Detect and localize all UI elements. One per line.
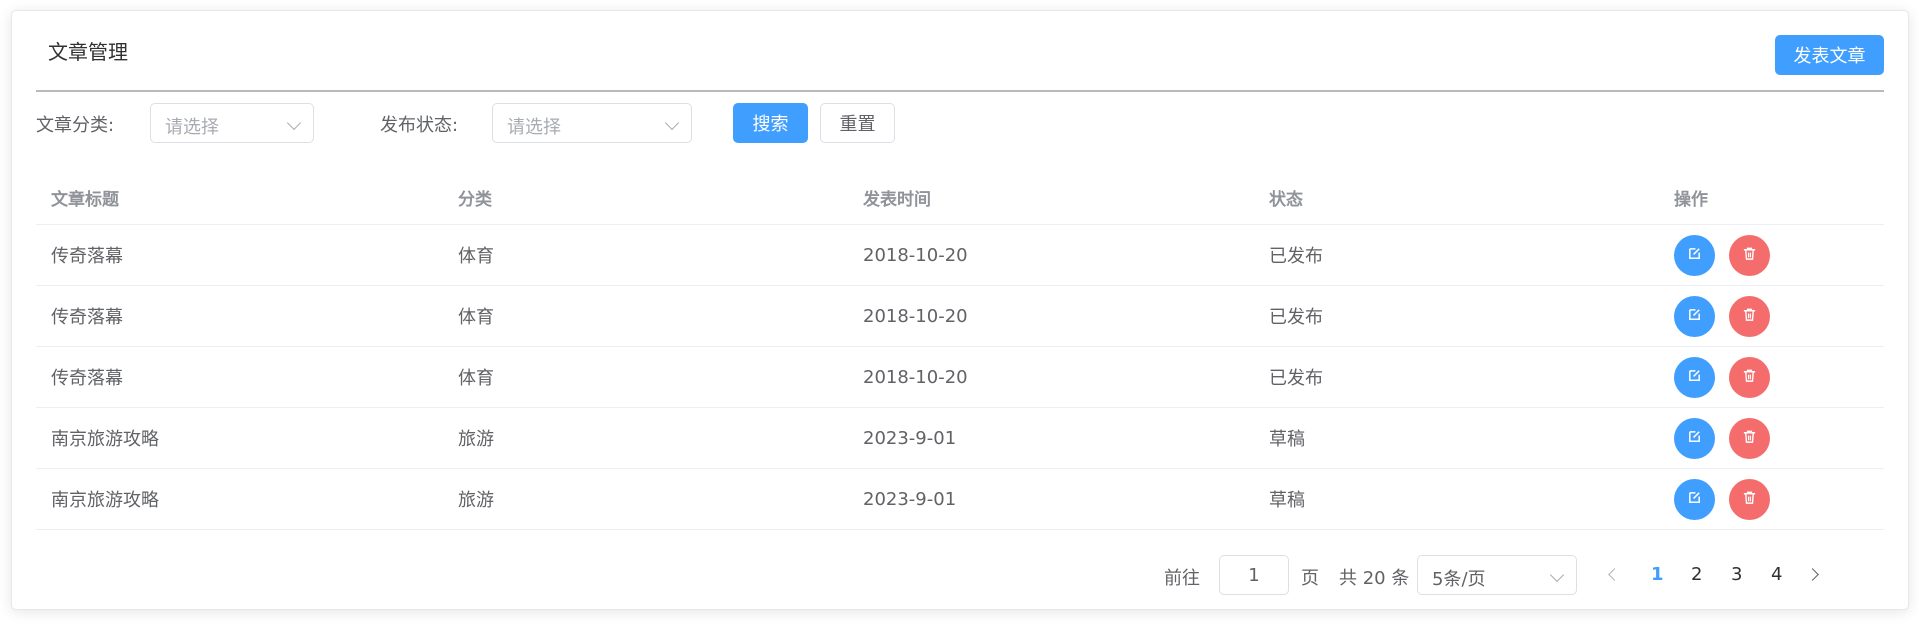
table-row: 南京旅游攻略 旅游 2023-9-01 草稿 [36, 408, 1884, 469]
status-filter-label: 发布状态: [380, 115, 459, 136]
article-title-cell: 传奇落幕 [51, 307, 123, 328]
goto-label: 前往 [1164, 568, 1200, 589]
article-date-cell: 2023-9-01 [863, 488, 957, 510]
article-category-cell: 体育 [458, 368, 494, 389]
article-status-cell: 已发布 [1269, 368, 1323, 389]
goto-page-input[interactable] [1219, 555, 1289, 595]
article-category-cell: 体育 [458, 246, 494, 267]
page-size-value: 5条/页 [1432, 569, 1486, 590]
next-page-icon[interactable] [1806, 568, 1819, 581]
delete-button[interactable] [1729, 234, 1770, 276]
chevron-down-icon [286, 115, 302, 131]
article-category-cell: 旅游 [458, 429, 494, 450]
edit-button[interactable] [1674, 417, 1715, 459]
delete-button[interactable] [1729, 356, 1770, 398]
article-title-cell: 传奇落幕 [51, 246, 123, 267]
delete-button[interactable] [1729, 417, 1770, 459]
column-header-category: 分类 [458, 189, 492, 210]
article-date-cell: 2023-9-01 [863, 427, 957, 449]
delete-icon [1742, 368, 1757, 386]
page-unit-label: 页 [1301, 568, 1319, 589]
article-title-cell: 南京旅游攻略 [51, 490, 159, 511]
article-category-cell: 旅游 [458, 490, 494, 511]
page-size-select[interactable]: 5条/页 [1417, 555, 1577, 595]
card-header: 文章管理 发表文章 [36, 11, 1884, 92]
column-header-actions: 操作 [1674, 189, 1708, 210]
edit-button[interactable] [1674, 478, 1715, 520]
search-button[interactable]: 搜索 [733, 103, 808, 143]
delete-icon [1742, 246, 1757, 264]
edit-icon [1687, 307, 1702, 325]
chevron-down-icon [664, 115, 680, 131]
table-row: 传奇落幕 体育 2018-10-20 已发布 [36, 347, 1884, 408]
chevron-down-icon [1549, 567, 1565, 583]
row-actions [1674, 347, 1784, 407]
article-table: 文章标题 分类 发表时间 状态 操作 传奇落幕 体育 2018-10-20 已发布 传奇… [36, 170, 1884, 530]
delete-button[interactable] [1729, 478, 1770, 520]
status-select[interactable]: 请选择 [492, 103, 692, 143]
publish-article-button[interactable]: 发表文章 [1775, 35, 1884, 75]
article-status-cell: 已发布 [1269, 246, 1323, 267]
article-date-cell: 2018-10-20 [863, 305, 968, 327]
table-row: 传奇落幕 体育 2018-10-20 已发布 [36, 225, 1884, 286]
article-title-cell: 南京旅游攻略 [51, 429, 159, 450]
edit-icon [1687, 429, 1702, 447]
article-title-cell: 传奇落幕 [51, 368, 123, 389]
table-row: 南京旅游攻略 旅游 2023-9-01 草稿 [36, 469, 1884, 530]
article-status-cell: 已发布 [1269, 307, 1323, 328]
table-header: 文章标题 分类 发表时间 状态 操作 [36, 170, 1884, 225]
column-header-status: 状态 [1269, 189, 1303, 210]
edit-icon [1687, 368, 1702, 386]
row-actions [1674, 408, 1784, 468]
row-actions [1674, 225, 1784, 285]
delete-icon [1742, 490, 1757, 508]
total-count: 共 20 条 [1339, 568, 1410, 589]
category-filter-label: 文章分类: [36, 115, 115, 136]
table-row: 传奇落幕 体育 2018-10-20 已发布 [36, 286, 1884, 347]
table-body: 传奇落幕 体育 2018-10-20 已发布 传奇落幕 体育 2018-10-20 已发布 传奇… [36, 225, 1884, 530]
prev-page-icon[interactable] [1608, 568, 1621, 581]
category-select-placeholder: 请选择 [165, 117, 219, 138]
page-2[interactable]: 2 [1691, 564, 1702, 585]
page-1[interactable]: 1 [1651, 564, 1664, 585]
edit-button[interactable] [1674, 356, 1715, 398]
filter-bar: 文章分类: 请选择 发布状态: 请选择 搜索 重置 [36, 103, 1884, 143]
status-select-placeholder: 请选择 [507, 117, 561, 138]
page-title: 文章管理 [48, 40, 128, 64]
column-header-date: 发表时间 [863, 189, 931, 210]
reset-button[interactable]: 重置 [820, 103, 895, 143]
pagination: 前往 页 共 20 条 5条/页 1 2 3 4 [1164, 555, 1884, 595]
column-header-title: 文章标题 [51, 189, 119, 210]
article-management-card: 文章管理 发表文章 文章分类: 请选择 发布状态: 请选择 搜索 重置 文章标题… [11, 10, 1909, 610]
article-date-cell: 2018-10-20 [863, 244, 968, 266]
page-3[interactable]: 3 [1731, 564, 1742, 585]
delete-button[interactable] [1729, 295, 1770, 337]
article-status-cell: 草稿 [1269, 429, 1305, 450]
edit-button[interactable] [1674, 295, 1715, 337]
article-date-cell: 2018-10-20 [863, 366, 968, 388]
edit-icon [1687, 490, 1702, 508]
edit-button[interactable] [1674, 234, 1715, 276]
article-status-cell: 草稿 [1269, 490, 1305, 511]
delete-icon [1742, 429, 1757, 447]
edit-icon [1687, 246, 1702, 264]
row-actions [1674, 469, 1784, 529]
delete-icon [1742, 307, 1757, 325]
page-4[interactable]: 4 [1771, 564, 1782, 585]
article-category-cell: 体育 [458, 307, 494, 328]
row-actions [1674, 286, 1784, 346]
category-select[interactable]: 请选择 [150, 103, 314, 143]
